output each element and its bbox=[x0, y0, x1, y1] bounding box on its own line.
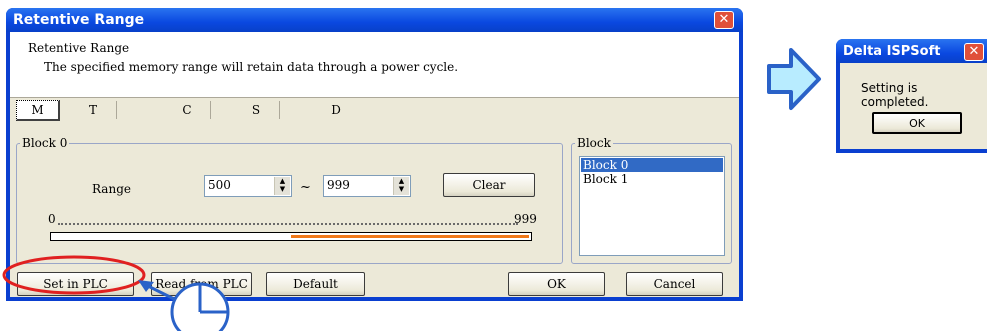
range-label: Range bbox=[92, 182, 131, 196]
header-description: The specified memory range will retain d… bbox=[44, 60, 459, 74]
default-button[interactable]: Default bbox=[266, 272, 365, 296]
tab-m[interactable]: M bbox=[16, 100, 60, 121]
close-icon[interactable]: ✕ bbox=[714, 11, 734, 29]
completed-message: Setting is completed. bbox=[861, 81, 929, 109]
spin-down-icon[interactable]: ▼ bbox=[275, 185, 290, 193]
list-item[interactable]: Block 1 bbox=[581, 172, 723, 186]
range-start-spinner[interactable]: 500 ▲ ▼ bbox=[204, 175, 292, 197]
header-title: Retentive Range bbox=[28, 41, 130, 55]
range-end-spinner[interactable]: 999 ▲ ▼ bbox=[323, 175, 411, 197]
list-item-selected[interactable]: Block 0 bbox=[581, 158, 723, 172]
range-separator: ~ bbox=[300, 180, 311, 195]
dialog-client-area: Setting is completed. OK bbox=[840, 63, 987, 149]
header-panel: Retentive Range The specified memory ran… bbox=[10, 32, 739, 98]
arrow-right-icon bbox=[767, 48, 821, 110]
title-bar[interactable]: Retentive Range ✕ bbox=[6, 8, 743, 32]
block-group-label: Block 0 bbox=[20, 136, 70, 150]
block-list[interactable]: Block 0 Block 1 bbox=[579, 156, 725, 256]
tab-divider bbox=[279, 101, 280, 119]
spin-down-icon[interactable]: ▼ bbox=[394, 185, 409, 193]
tab-divider bbox=[116, 101, 117, 119]
setting-completed-dialog: Delta ISPSoft ✕ Setting is completed. OK bbox=[836, 39, 987, 153]
ok-button[interactable]: OK bbox=[508, 272, 605, 296]
click-cursor-icon bbox=[138, 280, 230, 331]
range-start-value: 500 bbox=[208, 178, 231, 192]
spin-up-icon[interactable]: ▲ bbox=[275, 177, 290, 185]
range-end-spin-buttons[interactable]: ▲ ▼ bbox=[393, 177, 409, 195]
clear-button[interactable]: Clear bbox=[443, 173, 535, 197]
close-icon[interactable]: ✕ bbox=[964, 43, 984, 61]
scale-min-label: 0 bbox=[48, 212, 56, 226]
tab-divider bbox=[210, 101, 211, 119]
scale-max-label: 999 bbox=[514, 212, 537, 226]
tab-s[interactable]: S bbox=[236, 103, 276, 117]
cancel-button[interactable]: Cancel bbox=[626, 272, 723, 296]
block-list-label: Block bbox=[575, 136, 613, 150]
tab-c[interactable]: C bbox=[167, 103, 207, 117]
device-tabs: M T C S D bbox=[10, 98, 739, 122]
ok-button[interactable]: OK bbox=[872, 112, 962, 134]
block-settings-group bbox=[16, 143, 563, 264]
dialog-title: Retentive Range bbox=[13, 12, 145, 28]
retained-range-fill bbox=[291, 235, 529, 238]
dialog-title: Delta ISPSoft bbox=[843, 44, 941, 59]
range-end-value: 999 bbox=[327, 178, 350, 192]
spin-up-icon[interactable]: ▲ bbox=[394, 177, 409, 185]
retentive-range-bar bbox=[50, 232, 532, 241]
tab-d[interactable]: D bbox=[316, 103, 356, 117]
tab-t[interactable]: T bbox=[73, 103, 113, 117]
title-bar[interactable]: Delta ISPSoft ✕ bbox=[836, 39, 987, 63]
scale-dotted-line bbox=[58, 223, 518, 225]
range-start-spin-buttons[interactable]: ▲ ▼ bbox=[274, 177, 290, 195]
